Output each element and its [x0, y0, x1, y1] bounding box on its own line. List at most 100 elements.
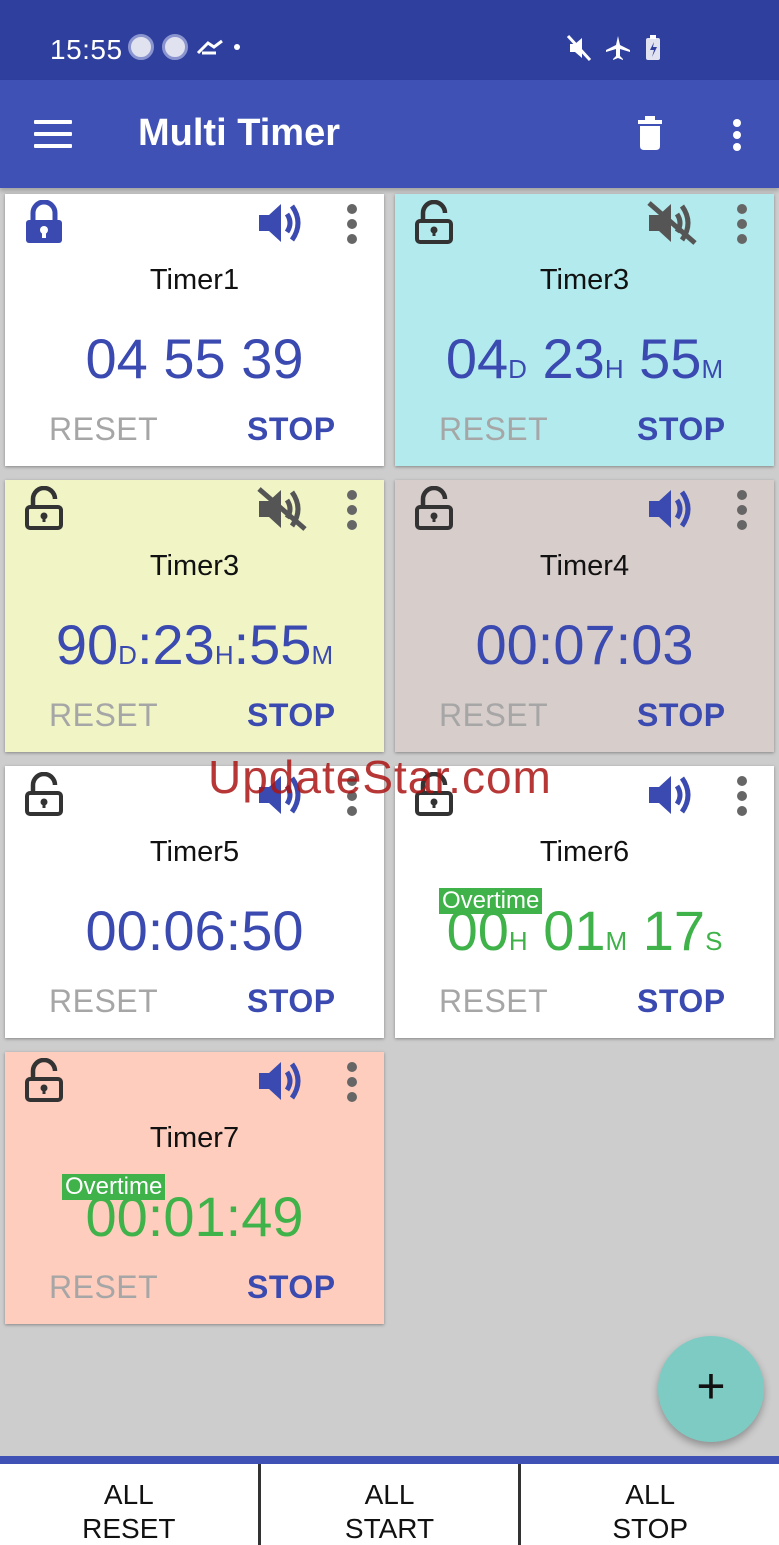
all-stop-line2: STOP — [612, 1513, 689, 1544]
timer-card[interactable]: Timer3 04D 23H 55M RESET STOP — [395, 194, 774, 466]
timer-display: 04D 23H 55M — [395, 326, 774, 391]
time-unit: D — [118, 640, 137, 670]
all-reset-line2: RESET — [82, 1513, 176, 1544]
card-menu-icon[interactable] — [735, 488, 749, 537]
mute-icon — [566, 34, 592, 62]
stop-button[interactable]: STOP — [637, 411, 726, 448]
time-value: 00:06:50 — [85, 899, 304, 962]
unlock-icon[interactable] — [23, 485, 65, 535]
all-start-button[interactable]: ALL START — [257, 1464, 519, 1545]
timer-display: 04 55 39 — [5, 326, 384, 391]
lock-icon[interactable] — [23, 199, 65, 249]
notification-icons — [128, 34, 242, 60]
card-menu-icon[interactable] — [345, 202, 359, 251]
card-menu-icon[interactable] — [735, 202, 749, 251]
time-value: 23 — [526, 327, 605, 390]
timer-display: 00:06:50 — [5, 898, 384, 963]
time-value: 17 — [627, 899, 706, 962]
sound-on-icon[interactable] — [645, 486, 699, 537]
timer-card[interactable]: Timer7 00:01:49 Overtime RESET STOP — [5, 1052, 384, 1324]
time-value: :23 — [136, 613, 215, 676]
reset-button[interactable]: RESET — [49, 411, 158, 448]
watermark: UpdateStar.com — [208, 751, 552, 803]
stop-button[interactable]: STOP — [637, 697, 726, 734]
timer-notification-icon — [162, 34, 188, 60]
time-value: :55 — [233, 613, 312, 676]
timer-card[interactable]: Timer4 00:07:03 RESET STOP — [395, 480, 774, 752]
time-unit: D — [508, 354, 527, 384]
overtime-badge: Overtime — [62, 1174, 166, 1200]
timer-card[interactable]: Timer5 00:06:50 RESET STOP — [5, 766, 384, 1038]
unlock-icon[interactable] — [413, 485, 455, 535]
menu-icon[interactable] — [34, 120, 72, 148]
time-value: 00:07:03 — [475, 613, 694, 676]
reset-button[interactable]: RESET — [49, 697, 158, 734]
timer-notification-icon — [128, 34, 154, 60]
sound-off-icon[interactable] — [255, 486, 309, 537]
all-stop-button[interactable]: ALL STOP — [518, 1464, 779, 1545]
stop-button[interactable]: STOP — [247, 983, 336, 1020]
time-unit: S — [705, 926, 723, 956]
timer-name: Timer1 — [149, 264, 240, 296]
reset-button[interactable]: RESET — [49, 1269, 158, 1306]
timer-name: Timer4 — [539, 550, 630, 582]
card-menu-icon[interactable] — [735, 774, 749, 823]
system-icons — [566, 34, 662, 62]
timer-name: Timer3 — [149, 550, 240, 582]
all-start-line2: START — [344, 1513, 435, 1544]
status-bar: 15:55 — [0, 0, 779, 80]
time-unit: M — [605, 926, 628, 956]
airplane-mode-icon — [606, 36, 630, 60]
timer-card[interactable]: Timer1 04 55 39 RESET STOP — [5, 194, 384, 466]
time-unit: H — [214, 640, 234, 670]
card-menu-icon[interactable] — [345, 1060, 359, 1109]
delete-icon[interactable] — [636, 116, 664, 150]
battery-icon — [646, 35, 660, 60]
stop-button[interactable]: STOP — [247, 1269, 336, 1306]
time-value: 04 55 39 — [85, 327, 304, 390]
all-stop-line1: ALL — [625, 1479, 676, 1510]
time-value: 55 — [623, 327, 702, 390]
reset-button[interactable]: RESET — [439, 411, 548, 448]
reset-button[interactable]: RESET — [439, 983, 548, 1020]
timer-name: Timer3 — [539, 264, 630, 296]
stop-button[interactable]: STOP — [247, 697, 336, 734]
all-start-line1: ALL — [364, 1479, 415, 1510]
bottom-bar: ALL RESET ALL START ALL STOP — [0, 1456, 779, 1545]
sound-on-icon[interactable] — [255, 200, 309, 251]
time-unit: H — [508, 926, 528, 956]
sound-on-icon[interactable] — [255, 1058, 309, 1109]
overflow-menu-icon[interactable] — [730, 118, 744, 152]
timer-display: 00:07:03 — [395, 612, 774, 677]
stop-button[interactable]: STOP — [637, 983, 726, 1020]
all-reset-line1: ALL — [103, 1479, 154, 1510]
timer-display: 90D:23H:55M — [5, 612, 384, 677]
time-value: 90 — [55, 613, 119, 676]
stop-button[interactable]: STOP — [247, 411, 336, 448]
reset-button[interactable]: RESET — [439, 697, 548, 734]
timer-card[interactable]: Timer6 00H 01M 17S Overtime RESET STOP — [395, 766, 774, 1038]
unlock-icon[interactable] — [23, 771, 65, 821]
time-unit: M — [311, 640, 334, 670]
card-menu-icon[interactable] — [345, 488, 359, 537]
overtime-badge: Overtime — [439, 888, 543, 914]
time-value: 04 — [445, 327, 509, 390]
unlock-icon[interactable] — [23, 1057, 65, 1107]
dot-icon — [234, 44, 240, 50]
weather-icon — [196, 39, 223, 55]
timer-card[interactable]: Timer3 90D:23H:55M RESET STOP — [5, 480, 384, 752]
all-reset-button[interactable]: ALL RESET — [0, 1464, 258, 1545]
timer-name: Timer6 — [539, 836, 630, 868]
app-bar: Multi Timer — [0, 80, 779, 188]
sound-off-icon[interactable] — [645, 200, 699, 251]
time-unit: M — [701, 354, 724, 384]
page-title: Multi Timer — [138, 112, 340, 154]
time-unit: H — [604, 354, 624, 384]
timer-name: Timer7 — [149, 1122, 240, 1154]
sound-on-icon[interactable] — [645, 772, 699, 823]
reset-button[interactable]: RESET — [49, 983, 158, 1020]
timer-name: Timer5 — [149, 836, 240, 868]
add-timer-button[interactable]: + — [658, 1336, 764, 1442]
unlock-icon[interactable] — [413, 199, 455, 249]
status-time: 15:55 — [50, 34, 123, 65]
